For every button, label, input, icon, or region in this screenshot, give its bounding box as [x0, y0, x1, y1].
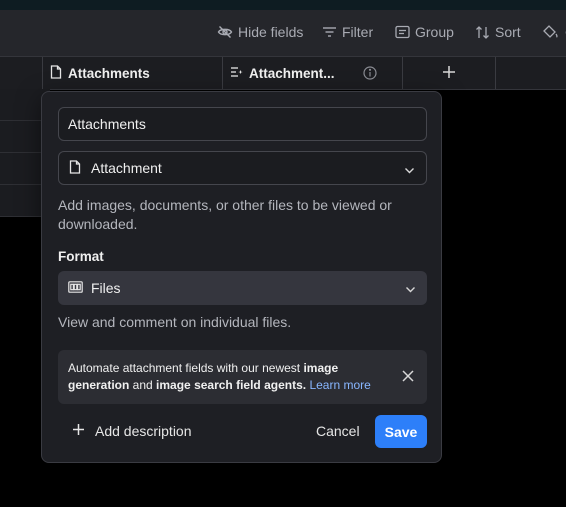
grid-header-cell	[0, 57, 43, 89]
view-toolbar: Hide fields Filter Group Sort	[0, 10, 566, 56]
format-heading: Format	[58, 249, 104, 264]
plus-icon	[72, 423, 85, 439]
banner-text: and	[129, 378, 157, 392]
cancel-button[interactable]: Cancel	[316, 423, 360, 439]
grid-header-row: Attachments Attachment...	[0, 56, 566, 90]
plus-icon	[442, 65, 456, 82]
hide-fields-button[interactable]: Hide fields	[217, 24, 303, 40]
chevron-down-icon	[405, 282, 416, 298]
hide-fields-label: Hide fields	[238, 24, 304, 40]
filter-button[interactable]: Filter	[322, 24, 373, 40]
files-view-icon	[68, 280, 83, 296]
banner-bold-text: image search field agents.	[156, 378, 307, 392]
field-name-input-wrapper	[58, 107, 427, 141]
format-select[interactable]: Files	[58, 271, 427, 305]
add-column-button[interactable]	[403, 57, 496, 89]
document-icon	[69, 159, 81, 177]
field-name-input[interactable]	[68, 116, 408, 132]
sort-button[interactable]: Sort	[475, 24, 521, 40]
add-description-label: Add description	[95, 423, 192, 439]
field-type-description: Add images, documents, or other files to…	[58, 197, 392, 232]
field-agents-banner: Automate attachment fields with our newe…	[58, 350, 427, 404]
field-type-select[interactable]: Attachment	[58, 151, 427, 185]
chevron-down-icon	[404, 163, 415, 179]
color-button[interactable]: C	[542, 24, 566, 40]
learn-more-link[interactable]: Learn more	[309, 378, 370, 392]
field-config-popover: Attachment Add images, documents, or oth…	[41, 91, 442, 463]
paint-bucket-icon	[542, 24, 560, 40]
column-header-attachment-ai[interactable]: Attachment...	[223, 57, 403, 89]
sort-label: Sort	[495, 24, 521, 40]
format-description: View and comment on individual files.	[58, 314, 292, 330]
info-icon[interactable]	[363, 66, 377, 83]
save-button[interactable]: Save	[375, 415, 427, 448]
add-description-button[interactable]: Add description	[72, 423, 192, 439]
eye-slash-icon	[217, 24, 233, 40]
group-label: Group	[415, 24, 454, 40]
group-button[interactable]: Group	[395, 24, 454, 40]
column-header-attachments[interactable]: Attachments	[43, 57, 223, 89]
sort-icon	[475, 25, 490, 40]
close-icon[interactable]	[402, 370, 414, 387]
filter-icon	[322, 25, 337, 39]
ai-field-icon	[230, 66, 243, 81]
format-value: Files	[91, 280, 121, 296]
banner-text: Automate attachment fields with our newe…	[68, 361, 304, 375]
filter-label: Filter	[342, 24, 374, 40]
group-icon	[395, 25, 410, 39]
document-icon	[50, 64, 62, 82]
column-header-label: Attachments	[68, 65, 150, 81]
window-top-strip	[0, 0, 566, 10]
column-header-label: Attachment...	[249, 65, 335, 81]
field-type-value: Attachment	[91, 160, 162, 176]
